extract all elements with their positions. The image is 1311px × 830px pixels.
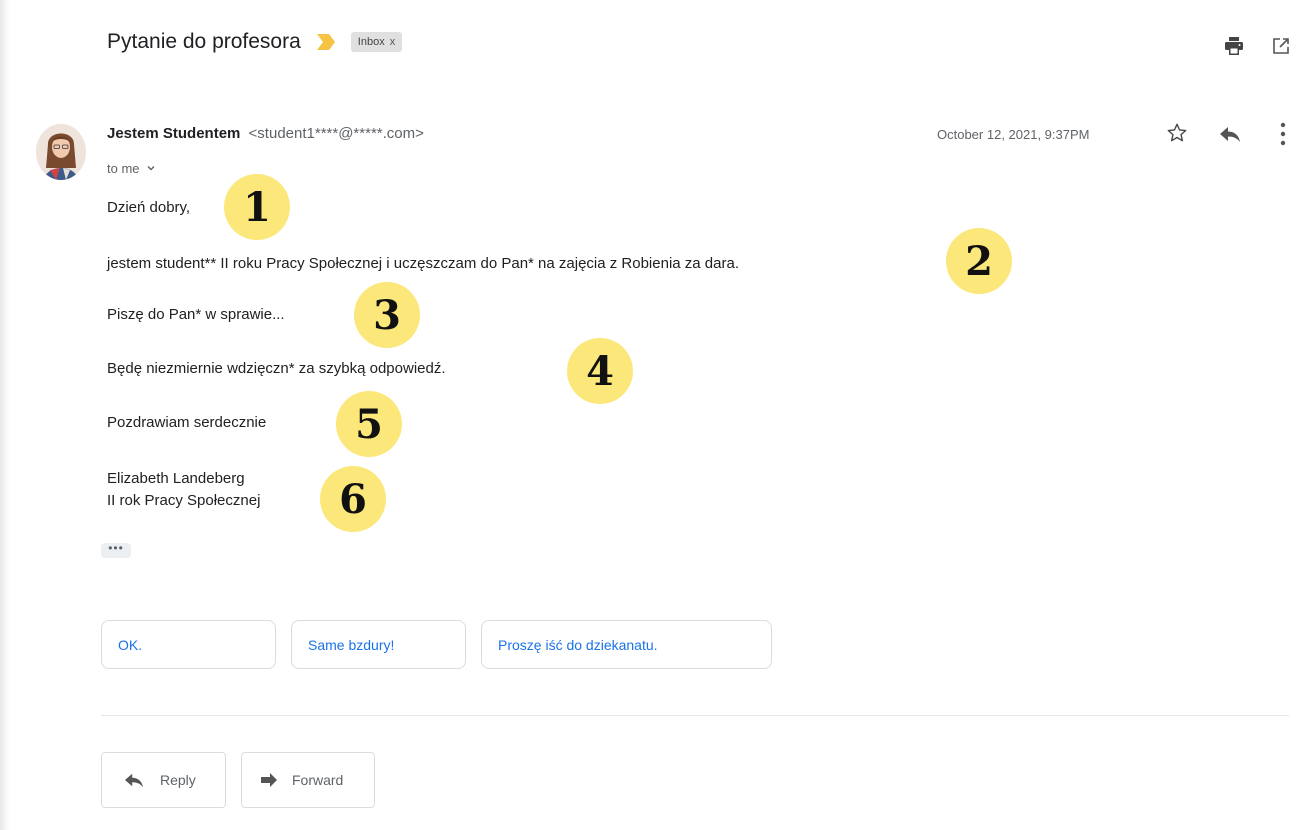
chevron-down-icon[interactable] bbox=[146, 161, 156, 176]
annotation-badge-5: 5 bbox=[336, 391, 402, 457]
recipient-label: to me bbox=[107, 161, 140, 176]
annotation-badge-2: 2 bbox=[946, 228, 1012, 294]
recipient-details[interactable]: to me bbox=[107, 161, 156, 176]
remove-label-icon[interactable]: x bbox=[390, 36, 396, 48]
label-text: Inbox bbox=[357, 36, 385, 48]
inbox-label-chip[interactable]: Inbox x bbox=[350, 32, 403, 52]
smart-reply-dziekanat[interactable]: Proszę iść do dziekanatu. bbox=[481, 620, 772, 669]
signature-name: Elizabeth Landeberg bbox=[107, 470, 245, 487]
email-subject: Pytanie do profesora bbox=[107, 30, 301, 53]
forward-icon bbox=[260, 772, 278, 788]
star-icon[interactable] bbox=[1166, 122, 1188, 149]
reply-label: Reply bbox=[160, 772, 196, 788]
email-date: October 12, 2021, 9:37PM bbox=[937, 127, 1090, 142]
forward-label: Forward bbox=[292, 772, 344, 788]
reply-icon bbox=[124, 771, 144, 789]
body-greeting: Dzień dobry, bbox=[107, 199, 191, 216]
subject-row: Pytanie do profesora Inbox x bbox=[107, 30, 403, 54]
open-in-new-window-icon[interactable] bbox=[1272, 37, 1290, 60]
importance-marker-icon[interactable] bbox=[315, 33, 337, 51]
divider bbox=[101, 715, 1289, 716]
more-vertical-icon[interactable] bbox=[1280, 122, 1286, 151]
reply-icon[interactable] bbox=[1219, 124, 1241, 149]
sender-name[interactable]: Jestem Studentem bbox=[107, 125, 240, 142]
body-purpose: Piszę do Pan* w sprawie... bbox=[107, 306, 285, 323]
annotation-badge-4: 4 bbox=[567, 338, 633, 404]
sender-email: <student1****@*****.com> bbox=[248, 125, 424, 142]
smart-reply-same-bzdury[interactable]: Same bzdury! bbox=[291, 620, 466, 669]
body-thanks: Będę niezmiernie wdzięczn* za szybką odp… bbox=[107, 360, 446, 377]
sender-line: Jestem Studentem <student1****@*****.com… bbox=[107, 125, 424, 142]
print-icon[interactable] bbox=[1224, 36, 1244, 61]
forward-button[interactable]: Forward bbox=[241, 752, 375, 808]
reply-button[interactable]: Reply bbox=[101, 752, 226, 808]
body-closing: Pozdrawiam serdecznie bbox=[107, 414, 267, 431]
annotation-badge-3: 3 bbox=[354, 282, 420, 348]
body-intro: jestem student** II roku Pracy Społeczne… bbox=[107, 255, 739, 272]
window-edge bbox=[0, 0, 10, 830]
signature-year: II rok Pracy Społecznej bbox=[107, 492, 261, 509]
smart-reply-ok[interactable]: OK. bbox=[101, 620, 276, 669]
show-trimmed-content-button[interactable]: ••• bbox=[101, 542, 131, 558]
annotation-badge-6: 6 bbox=[320, 466, 386, 532]
annotation-badge-1: 1 bbox=[224, 174, 290, 240]
avatar bbox=[36, 124, 86, 180]
